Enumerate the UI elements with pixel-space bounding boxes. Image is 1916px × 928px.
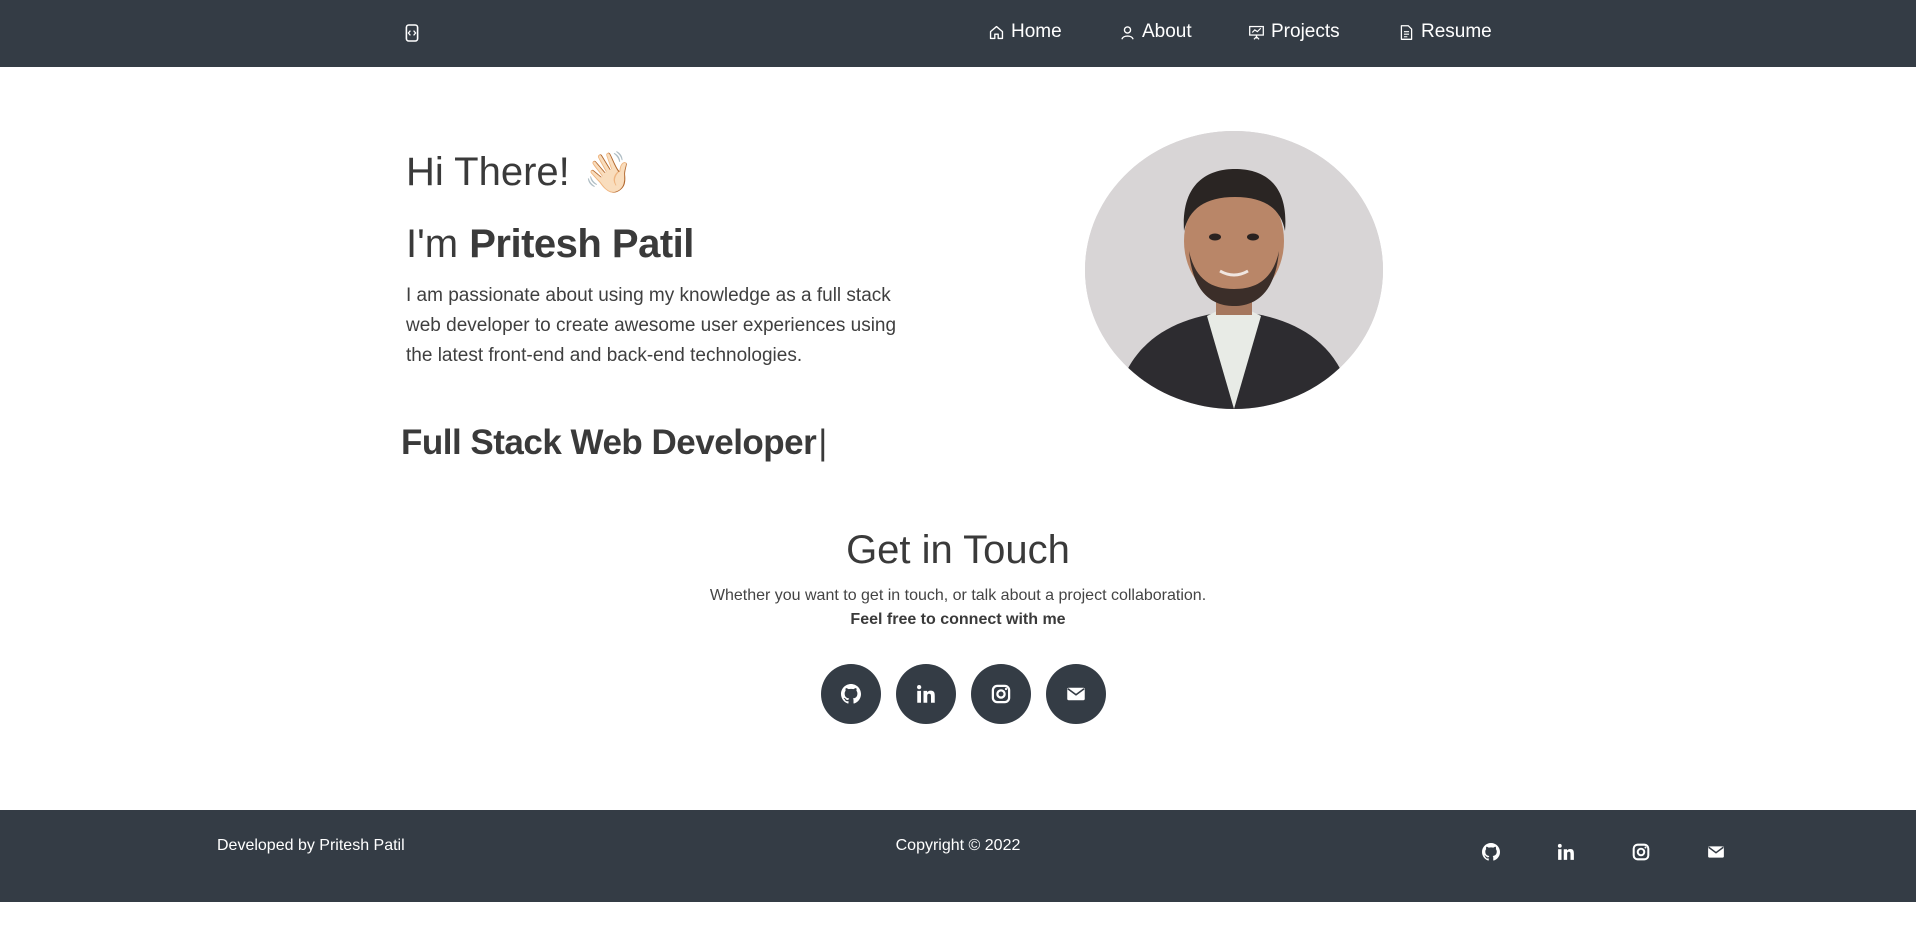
footer: Developed by Pritesh Patil Copyright © 2…: [0, 810, 1916, 902]
github-icon: [1482, 843, 1500, 861]
footer-email-link[interactable]: [1705, 841, 1727, 863]
presentation-icon: [1249, 25, 1264, 40]
typewriter-cursor: |: [818, 423, 827, 462]
nav-home-label: Home: [1011, 21, 1062, 42]
linkedin-social-button[interactable]: [896, 664, 956, 724]
nav-projects-link[interactable]: Projects: [1248, 18, 1340, 46]
email-icon: [1708, 846, 1724, 858]
nav-projects-label: Projects: [1271, 21, 1340, 42]
nav-home-link[interactable]: Home: [988, 18, 1062, 46]
linkedin-icon: [917, 685, 935, 703]
instagram-social-button[interactable]: [971, 664, 1031, 724]
user-icon: [1121, 25, 1134, 40]
typewriter-role: Full Stack Web Developer|: [401, 423, 827, 463]
footer-instagram-link[interactable]: [1630, 841, 1652, 863]
github-icon: [841, 684, 861, 704]
instagram-icon: [991, 684, 1011, 704]
instagram-icon: [1632, 843, 1650, 861]
hero-name-heading: I'm Pritesh Patil: [406, 222, 694, 267]
hero-greeting: Hi There! 👋🏻: [406, 150, 634, 195]
typewriter-text: Full Stack Web Developer: [401, 423, 817, 462]
footer-linkedin-link[interactable]: [1555, 841, 1577, 863]
profile-avatar: [1085, 131, 1383, 409]
email-icon: [1067, 687, 1085, 701]
hero-name: Pritesh Patil: [469, 222, 694, 266]
wave-emoji-icon: 👋🏻: [583, 150, 634, 195]
contact-title: Get in Touch: [846, 528, 1070, 572]
footer-copyright: Copyright © 2022: [895, 837, 1021, 854]
contact-connect-line: Feel free to connect with me: [850, 611, 1066, 628]
document-icon: [1400, 24, 1413, 40]
footer-github-link[interactable]: [1480, 841, 1502, 863]
nav-about-label: About: [1142, 21, 1192, 42]
profile-photo: [1085, 131, 1383, 409]
nav-about-link[interactable]: About: [1119, 18, 1192, 46]
hero-description: I am passionate about using my knowledge…: [406, 285, 897, 366]
nav-resume-label: Resume: [1421, 21, 1492, 42]
home-icon: [989, 25, 1004, 39]
greeting-text: Hi There!: [406, 150, 570, 194]
github-social-button[interactable]: [821, 664, 881, 724]
email-social-button[interactable]: [1046, 664, 1106, 724]
nav-links: Home About Projects Resume: [0, 0, 1916, 67]
contact-subtitle: Whether you want to get in touch, or tal…: [709, 587, 1207, 604]
nav-resume-link[interactable]: Resume: [1398, 18, 1492, 46]
linkedin-icon: [1557, 843, 1574, 860]
name-prefix: I'm: [406, 222, 459, 266]
navbar: Home About Projects Resume: [0, 0, 1916, 67]
